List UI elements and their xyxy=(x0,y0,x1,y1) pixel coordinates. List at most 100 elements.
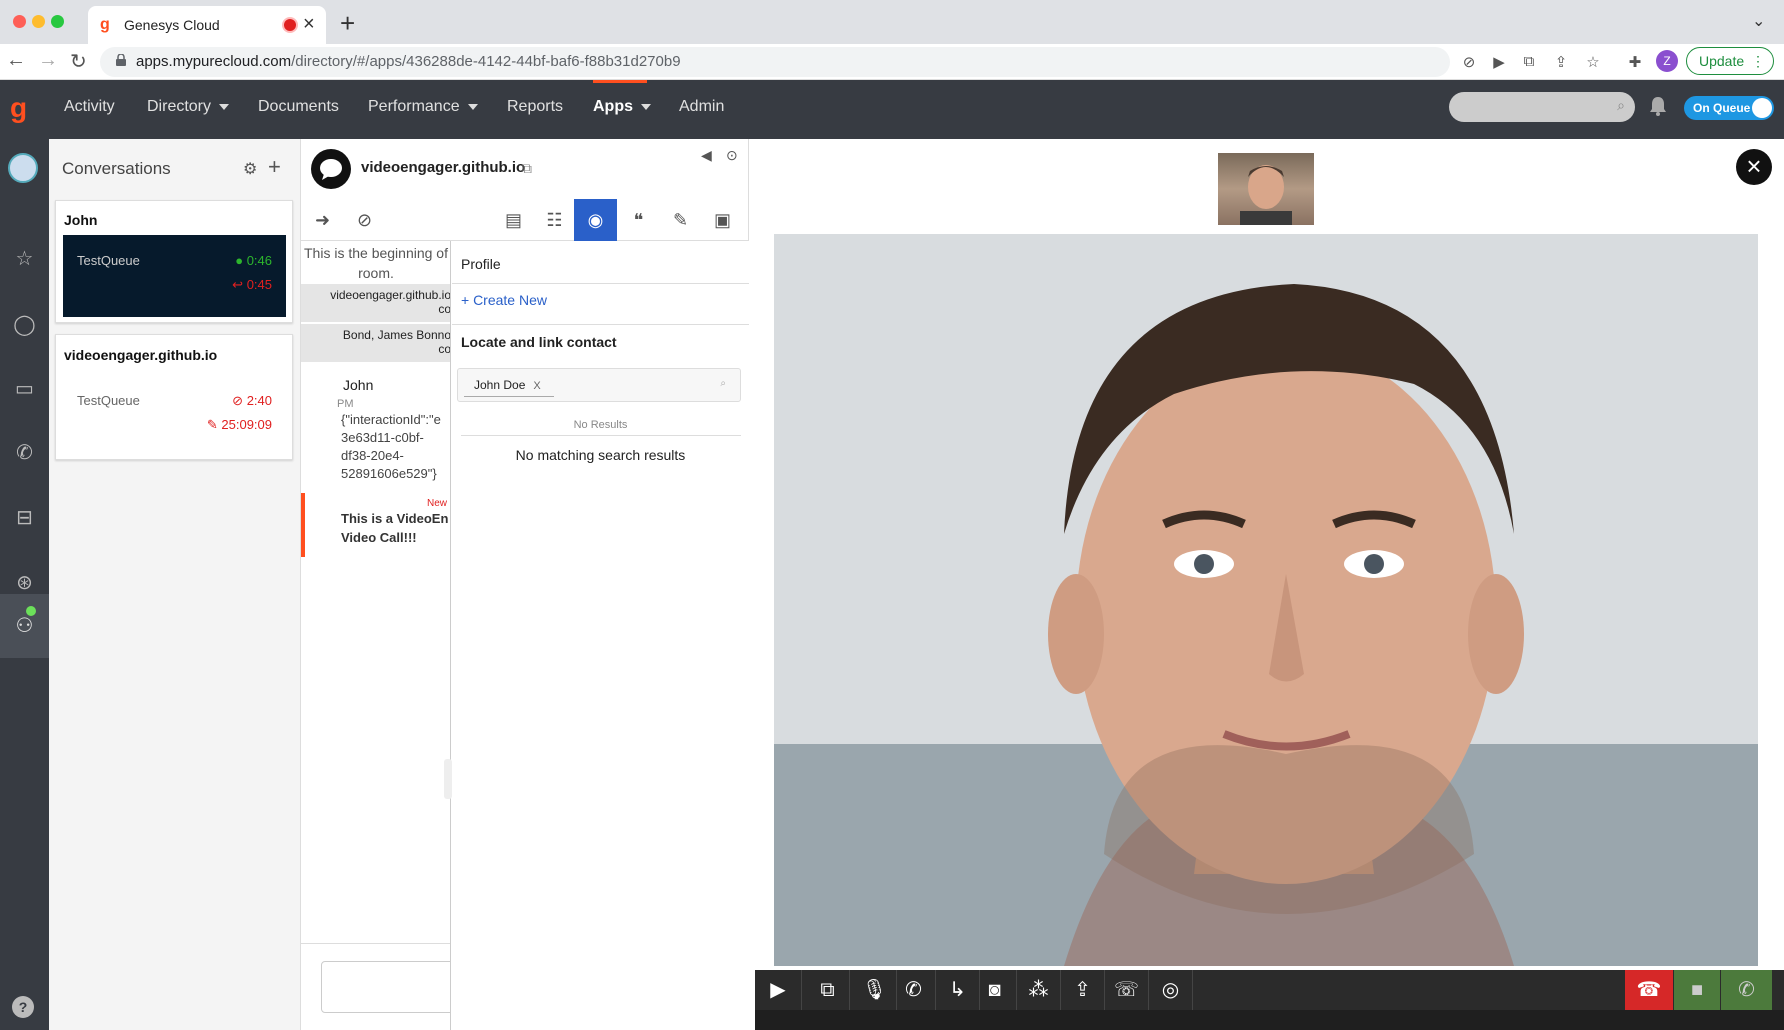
gear-icon[interactable]: ⚙ xyxy=(243,159,257,179)
forward-button[interactable]: → xyxy=(38,49,58,72)
update-button[interactable]: Update ⋮ xyxy=(1686,47,1774,75)
bell-icon[interactable] xyxy=(1649,96,1667,116)
mic-icon[interactable]: 🎙 xyxy=(853,970,897,1010)
popout-icon[interactable]: ⊙ xyxy=(726,147,738,164)
on-queue-label: On Queue xyxy=(1693,101,1751,115)
close-window-button[interactable] xyxy=(13,15,26,28)
active-nav-indicator xyxy=(593,80,647,83)
nav-reports[interactable]: Reports xyxy=(507,98,563,116)
conversations-title: Conversations xyxy=(62,159,171,178)
message-author: John xyxy=(343,377,374,393)
genesys-logo-icon[interactable]: ɡ xyxy=(10,92,36,124)
script-icon[interactable]: ▤ xyxy=(492,199,535,241)
snapshot-icon[interactable]: ◙ xyxy=(973,970,1017,1010)
message-line: {"interactionId":"e xyxy=(341,412,441,427)
create-new-link[interactable]: + Create New xyxy=(461,292,547,308)
phone-icon[interactable]: ✆ xyxy=(0,429,49,477)
chat-icon[interactable]: ◯ xyxy=(0,301,49,349)
tab-search-icon[interactable]: ⌄ xyxy=(1752,11,1765,31)
contact-search-input[interactable]: John Doe X ⌕ xyxy=(457,368,741,402)
card-name: John xyxy=(64,212,98,228)
nav-documents[interactable]: Documents xyxy=(258,98,339,116)
nav-activity[interactable]: Activity xyxy=(64,98,115,116)
new-message: New This is a VideoEn Video Call!!! xyxy=(301,493,450,557)
url-field[interactable]: apps.mypurecloud.com/directory/#/apps/43… xyxy=(100,47,1450,77)
conversation-card[interactable]: John TestQueue ● 0:46 ↩ 0:45 xyxy=(55,200,293,323)
mute-icon[interactable]: ⊘ xyxy=(343,199,386,241)
chat-timer: ● 0:46 xyxy=(235,253,272,268)
global-search-input[interactable]: ⌕ xyxy=(1449,92,1635,122)
reply-time: 0:45 xyxy=(246,277,272,292)
share-icon[interactable]: ⇪ xyxy=(1552,53,1570,71)
blur-icon[interactable]: ⁂ xyxy=(1017,970,1061,1010)
help-icon[interactable]: ? xyxy=(12,996,34,1018)
reload-button[interactable]: ↻ xyxy=(70,49,87,74)
transfer-icon[interactable]: ➜ xyxy=(301,199,344,241)
extensions-icon[interactable]: ✚ xyxy=(1626,53,1644,71)
chevron-down-icon xyxy=(641,103,651,110)
blocked-popup-icon[interactable]: ⊘ xyxy=(1460,53,1478,71)
browser-tab[interactable]: ɡ Genesys Cloud × xyxy=(88,6,326,44)
transcript-start-line: room. xyxy=(358,265,394,281)
no-match-message: No matching search results xyxy=(515,447,686,463)
user-avatar[interactable] xyxy=(8,153,38,183)
hangup-icon[interactable]: ☎ xyxy=(1625,970,1673,1010)
collapse-icon[interactable]: ◀ xyxy=(701,147,712,164)
copy-icon[interactable]: ⧉ xyxy=(522,160,532,177)
file-icon[interactable]: ⇪ xyxy=(1061,970,1105,1010)
message-line: df38-20e4- xyxy=(341,448,404,463)
notes-icon[interactable]: ✎ xyxy=(659,199,702,241)
contact-chip: John Doe X xyxy=(464,373,554,397)
video-icon[interactable]: ▭ xyxy=(0,365,49,413)
system-message-text: videoengager.github.io xyxy=(330,288,451,302)
address-bar-row: ← → ↻ apps.mypurecloud.com/directory/#/a… xyxy=(0,44,1784,80)
divider xyxy=(452,283,749,284)
inbox-icon[interactable]: ⊟ xyxy=(0,494,49,542)
phone-call-icon[interactable]: ✆ xyxy=(1721,970,1772,1010)
self-view-thumbnail[interactable] xyxy=(1218,153,1314,225)
screenshare-icon[interactable]: ⧉ xyxy=(806,970,850,1010)
nav-performance[interactable]: Performance xyxy=(368,98,478,116)
interaction-toolbar: ➜ ⊘ ▤ ☷ ◉ ❝ ✎ ▣ xyxy=(301,199,749,241)
video-call-icon[interactable]: ■ xyxy=(1674,970,1720,1010)
nav-apps[interactable]: Apps xyxy=(593,98,651,116)
system-message-text: co xyxy=(438,342,451,356)
cast-icon[interactable]: ⧉ xyxy=(1520,53,1538,71)
contact-icon[interactable]: ☷ xyxy=(533,199,576,241)
video-timer: ⊘ 2:40 xyxy=(232,393,272,409)
bookmark-star-icon[interactable]: ☆ xyxy=(1584,53,1602,71)
remote-participant-image xyxy=(774,234,1758,966)
profile-icon[interactable]: ◉ xyxy=(574,199,617,241)
close-tab-icon[interactable]: × xyxy=(303,13,315,36)
search-icon: ⌕ xyxy=(720,378,726,389)
conversation-card[interactable]: videoengager.github.io TestQueue ⊘ 2:40 … xyxy=(55,334,293,460)
minimize-window-button[interactable] xyxy=(32,15,45,28)
url-path: /directory/#/apps/436288de-4142-44bf-baf… xyxy=(291,53,681,70)
camera-icon[interactable]: ▶ xyxy=(755,970,802,1010)
update-label: Update xyxy=(1699,53,1745,69)
nav-admin[interactable]: Admin xyxy=(679,98,724,116)
new-tab-button[interactable]: + xyxy=(340,8,355,39)
on-queue-toggle[interactable]: On Queue xyxy=(1684,96,1774,120)
add-conversation-button[interactable]: + xyxy=(268,154,281,180)
chat-bubble-icon: ● xyxy=(235,253,247,268)
wrapup-icon[interactable]: ▣ xyxy=(701,199,744,241)
maximize-window-button[interactable] xyxy=(51,15,64,28)
quote-icon[interactable]: ❝ xyxy=(617,199,660,241)
switch-camera-icon[interactable]: ◎ xyxy=(1149,970,1193,1010)
agent-status-item[interactable]: ⚇ xyxy=(0,594,49,658)
close-video-button[interactable]: × xyxy=(1736,149,1772,185)
system-message-text: co xyxy=(438,302,451,316)
camera-in-use-icon[interactable]: ▶ xyxy=(1490,53,1508,71)
nav-directory[interactable]: Directory xyxy=(147,98,230,116)
message-input[interactable] xyxy=(321,961,450,1013)
video-toolbar: ▶ ⧉ 🎙 ✆ ↳ ◙ ⁂ ⇪ ☏ ◎ ☎ ■ ✆ xyxy=(755,970,1784,1010)
remove-chip-button[interactable]: X xyxy=(533,380,540,392)
resize-handle[interactable] xyxy=(444,759,452,799)
favorites-star-icon[interactable]: ☆ xyxy=(0,235,49,283)
hold-icon[interactable]: ✆ xyxy=(892,970,936,1010)
video-time: 2:40 xyxy=(246,393,272,408)
back-button[interactable]: ← xyxy=(6,49,26,72)
dial-icon[interactable]: ☏ xyxy=(1105,970,1149,1010)
profile-avatar[interactable]: Z xyxy=(1656,50,1678,72)
